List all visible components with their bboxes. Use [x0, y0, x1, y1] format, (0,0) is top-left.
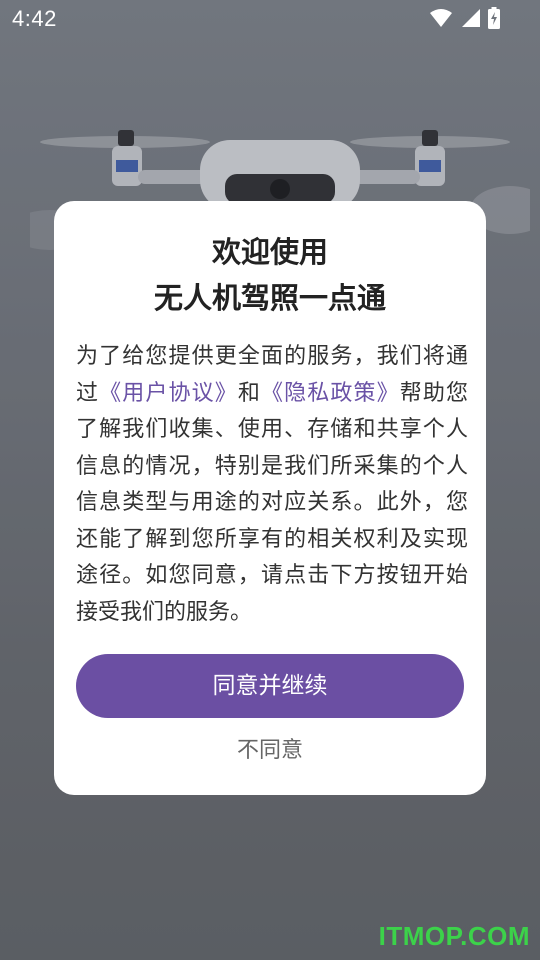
dialog-body-text: 为了给您提供更全面的服务，我们将通过《用户协议》和《隐私政策》帮助您了解我们收集…	[76, 339, 468, 631]
user-agreement-link[interactable]: 《用户协议》	[99, 381, 238, 406]
agree-continue-button[interactable]: 同意并继续	[76, 654, 464, 718]
body-text-part3: 帮助您了解我们收集、使用、存储和共享个人信息的情况，特别是我们所采集的个人信息类…	[76, 380, 468, 625]
status-bar: 4:42	[0, 0, 540, 38]
dialog-title-line2: 无人机驾照一点通	[153, 281, 386, 315]
disagree-button[interactable]: 不同意	[220, 731, 320, 771]
wifi-icon	[430, 9, 452, 27]
privacy-consent-dialog: 欢迎使用 无人机驾照一点通 为了给您提供更全面的服务，我们将通过《用户协议》和《…	[54, 201, 486, 795]
status-time: 4:42	[12, 6, 57, 31]
screen: 4:42 欢迎使用 无人机驾照一点通 为了给您提供更全面的服务，我们将通过《用户…	[0, 0, 540, 960]
status-icons	[430, 7, 500, 29]
watermark-text: ITMOP.COM	[378, 921, 530, 951]
cellular-signal-icon	[462, 9, 480, 27]
privacy-policy-link[interactable]: 《隐私政策》	[261, 381, 400, 406]
battery-charging-icon	[488, 7, 500, 29]
dialog-title-line1: 欢迎使用	[211, 235, 328, 269]
body-text-part2: 和	[237, 380, 261, 406]
